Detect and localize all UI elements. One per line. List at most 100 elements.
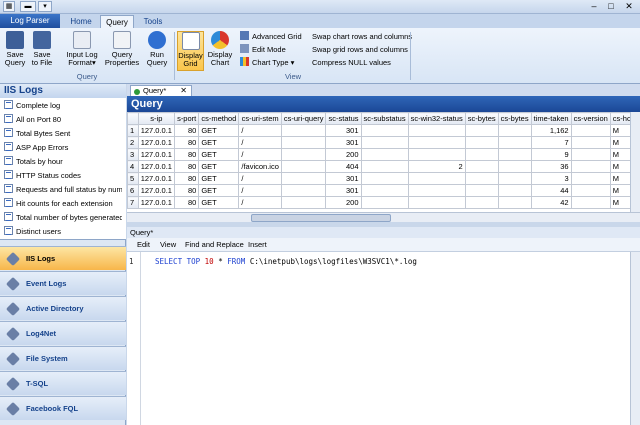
grid-cell[interactable] xyxy=(360,196,409,209)
grid-cell[interactable] xyxy=(570,136,611,149)
table-row[interactable]: 7 127.0.0.1 80 GET/200 42 M xyxy=(127,196,640,209)
grid-cell[interactable]: GET xyxy=(198,124,240,137)
grid-cell[interactable]: 301 xyxy=(325,184,362,197)
nav-facebook-fql[interactable]: Facebook FQL xyxy=(0,396,126,420)
tab-query-document[interactable]: Query* ✕ xyxy=(130,85,192,96)
grid-cell[interactable] xyxy=(360,172,409,185)
grid-cell[interactable]: /favicon.ico xyxy=(238,160,282,173)
grid-cell[interactable] xyxy=(497,124,532,137)
row-header[interactable]: 6 xyxy=(127,184,139,197)
grid-cell[interactable] xyxy=(407,172,466,185)
column-header[interactable]: cs-bytes xyxy=(497,112,532,125)
grid-cell[interactable] xyxy=(280,124,327,137)
column-header[interactable]: cs-method xyxy=(198,112,240,125)
compress-null-button[interactable]: Compress NULL values xyxy=(312,57,391,68)
nav-t-sql[interactable]: T-SQL xyxy=(0,371,126,395)
grid-cell[interactable] xyxy=(464,148,499,161)
column-header[interactable]: sc-win32-status xyxy=(407,112,466,125)
table-row[interactable]: 3 127.0.0.1 80 GET/200 9 M xyxy=(127,148,640,161)
column-header[interactable]: s-port xyxy=(173,112,200,125)
close-tab-icon[interactable]: ✕ xyxy=(180,86,187,96)
input-log-format-button[interactable]: Input Log Format▾ xyxy=(62,31,102,71)
grid-cell[interactable] xyxy=(497,136,532,149)
column-header[interactable]: sc-status xyxy=(325,112,362,125)
grid-cell[interactable]: 80 xyxy=(173,148,200,161)
grid-cell[interactable]: 80 xyxy=(173,196,200,209)
column-header[interactable]: cs-version xyxy=(570,112,611,125)
list-item[interactable]: All on Port 80 xyxy=(4,113,122,126)
table-row[interactable]: 2 127.0.0.1 80 GET/301 7 M xyxy=(127,136,640,149)
grid-cell[interactable]: 301 xyxy=(325,124,362,137)
nav-log4net[interactable]: Log4Net xyxy=(0,321,126,345)
grid-cell[interactable]: GET xyxy=(198,136,240,149)
grid-vertical-scrollbar[interactable] xyxy=(630,112,640,212)
grid-cell[interactable] xyxy=(570,148,611,161)
table-row[interactable]: 6 127.0.0.1 80 GET/301 44 M xyxy=(127,184,640,197)
grid-cell[interactable] xyxy=(360,124,409,137)
grid-cell[interactable]: 9 xyxy=(530,148,572,161)
grid-cell[interactable]: 42 xyxy=(530,196,572,209)
grid-cell[interactable] xyxy=(570,124,611,137)
swap-grid-rows-button[interactable]: Swap grid rows and columns xyxy=(312,44,408,55)
row-header[interactable]: 1 xyxy=(127,124,139,137)
editor-vertical-scrollbar[interactable] xyxy=(630,252,640,425)
row-header[interactable]: 2 xyxy=(127,136,139,149)
quick-access-save-icon[interactable]: ▬ xyxy=(20,1,36,12)
row-header[interactable]: 7 xyxy=(127,196,139,209)
nav-iis-logs[interactable]: IIS Logs xyxy=(0,246,126,270)
nav-event-logs[interactable]: Event Logs xyxy=(0,271,126,295)
column-header[interactable]: sc-bytes xyxy=(464,112,499,125)
grid-cell[interactable]: 80 xyxy=(173,184,200,197)
grid-cell[interactable]: 127.0.0.1 xyxy=(137,160,175,173)
grid-cell[interactable] xyxy=(360,148,409,161)
grid-cell[interactable] xyxy=(464,184,499,197)
grid-cell[interactable] xyxy=(497,172,532,185)
grid-cell[interactable] xyxy=(497,160,532,173)
grid-cell[interactable]: GET xyxy=(198,172,240,185)
list-item[interactable]: Total Bytes Sent xyxy=(4,127,122,140)
column-header[interactable]: time-taken xyxy=(530,112,572,125)
grid-cell[interactable] xyxy=(280,172,327,185)
grid-cell[interactable]: 127.0.0.1 xyxy=(137,172,175,185)
grid-cell[interactable]: 7 xyxy=(530,136,572,149)
display-grid-button[interactable]: Display Grid xyxy=(177,31,204,71)
column-header[interactable]: sc-substatus xyxy=(360,112,409,125)
grid-cell[interactable]: 36 xyxy=(530,160,572,173)
grid-cell[interactable]: 301 xyxy=(325,172,362,185)
grid-cell[interactable]: 127.0.0.1 xyxy=(137,124,175,137)
grid-cell[interactable]: 80 xyxy=(173,124,200,137)
list-item[interactable]: Totals by hour xyxy=(4,155,122,168)
grid-cell[interactable] xyxy=(497,196,532,209)
grid-cell[interactable] xyxy=(360,136,409,149)
grid-cell[interactable]: 80 xyxy=(173,172,200,185)
nav-file-system[interactable]: File System xyxy=(0,346,126,370)
grid-cell[interactable]: 200 xyxy=(325,148,362,161)
chart-type-dropdown[interactable]: Chart Type ▾ xyxy=(240,57,294,68)
grid-cell[interactable] xyxy=(280,196,327,209)
advanced-grid-button[interactable]: Advanced Grid xyxy=(240,31,302,42)
grid-cell[interactable] xyxy=(464,172,499,185)
tab-home[interactable]: Home xyxy=(64,15,98,28)
menu-edit[interactable]: Edit xyxy=(137,238,150,252)
row-header[interactable]: 3 xyxy=(127,148,139,161)
table-row[interactable]: 5 127.0.0.1 80 GET/301 3 M xyxy=(127,172,640,185)
nav-active-directory[interactable]: Active Directory xyxy=(0,296,126,320)
column-header[interactable]: cs-uri-stem xyxy=(238,112,282,125)
table-row[interactable]: 1 127.0.0.1 80 GET/301 1,162 M xyxy=(127,124,640,137)
list-item[interactable]: Distinct users xyxy=(4,225,122,238)
minimize-button[interactable]: – xyxy=(586,0,602,13)
grid-cell[interactable]: 200 xyxy=(325,196,362,209)
grid-cell[interactable]: 80 xyxy=(173,160,200,173)
grid-cell[interactable]: 127.0.0.1 xyxy=(137,184,175,197)
grid-cell[interactable]: / xyxy=(238,196,282,209)
grid-cell[interactable]: GET xyxy=(198,184,240,197)
grid-cell[interactable]: / xyxy=(238,124,282,137)
column-header[interactable]: cs-uri-query xyxy=(280,112,327,125)
grid-corner[interactable] xyxy=(127,112,139,125)
menu-insert[interactable]: Insert xyxy=(248,238,267,252)
grid-cell[interactable] xyxy=(407,124,466,137)
grid-cell[interactable]: 44 xyxy=(530,184,572,197)
grid-cell[interactable]: 2 xyxy=(407,160,466,173)
grid-cell[interactable] xyxy=(407,148,466,161)
grid-cell[interactable] xyxy=(280,148,327,161)
